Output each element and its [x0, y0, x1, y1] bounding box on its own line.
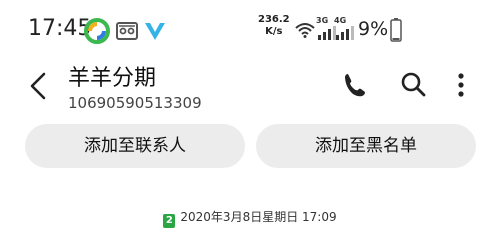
more-icon[interactable] [444, 68, 478, 102]
search-icon[interactable] [397, 68, 431, 102]
cassette-icon [116, 22, 138, 40]
conversation-title: 羊羊分期 [68, 66, 157, 91]
net-speed-value: 236.2 [258, 14, 290, 25]
message-date: 2 2020年3月8日星期日 17:09 [0, 208, 500, 228]
status-time: 17:45 [28, 16, 92, 41]
sim-slot-icon: 2 [163, 214, 176, 228]
battery-percent: 9% [358, 18, 389, 40]
v-logo-icon [145, 23, 165, 40]
add-to-contacts-button[interactable]: 添加至联系人 [25, 124, 245, 168]
battery-icon [390, 18, 402, 42]
back-arrow-icon[interactable] [20, 66, 60, 106]
message-timestamp: 2020年3月8日星期日 17:09 [180, 210, 337, 224]
round-app-icon [84, 18, 110, 44]
net-speed: 236.2 K/s [258, 14, 290, 38]
net-speed-unit: K/s [265, 26, 283, 37]
sender-number: 10690590513309 [68, 94, 202, 112]
call-icon[interactable] [338, 68, 372, 102]
signal-4g-icon: 4G [334, 16, 356, 42]
wifi-icon [295, 23, 315, 38]
add-to-blacklist-button[interactable]: 添加至黑名单 [256, 124, 476, 168]
status-bar: 17:45 236.2 K/s 3G 4G 9% [0, 0, 500, 62]
